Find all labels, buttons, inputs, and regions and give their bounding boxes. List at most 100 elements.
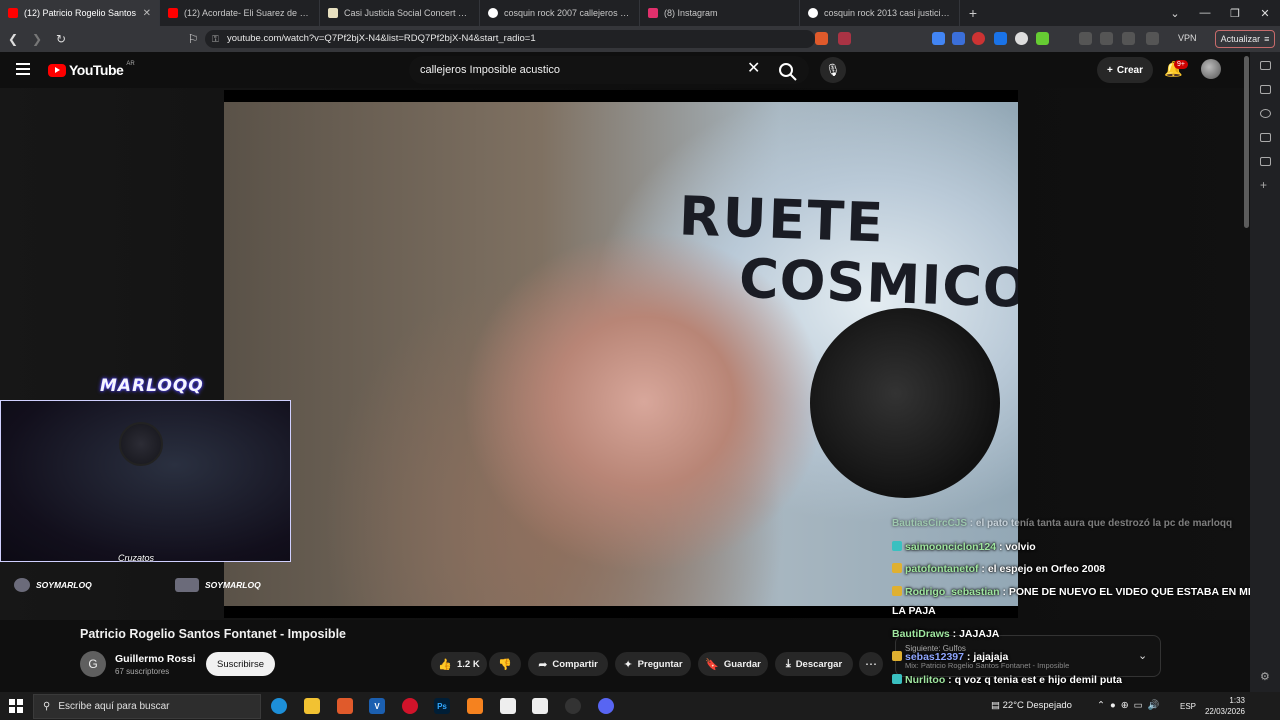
clear-search-icon[interactable]: ✕ [747,58,760,78]
channel-name[interactable]: Guillermo Rossi [115,653,196,665]
chat-user: Rodrigo_sebastian [905,586,1000,598]
extension-icon[interactable] [932,32,945,45]
subscribe-button[interactable]: Suscribirse [206,652,275,676]
channel-avatar[interactable]: G [80,651,106,677]
site-info-icon[interactable]: ⚿ [212,30,219,48]
brave-rewards-icon[interactable] [838,32,851,45]
account-avatar[interactable] [1201,59,1221,79]
tab-cosquin-2013[interactable]: cosquin rock 2013 casi justicia social [800,0,960,26]
tab-google-search[interactable]: cosquin rock 2007 callejeros - Busca [480,0,640,26]
video-frame: RUETE COSMICO [224,102,1018,606]
edge-icon[interactable] [271,698,287,714]
tray-icons[interactable]: ⌃●⊕▭🔊 [1097,700,1164,711]
create-label: Crear [1116,64,1143,76]
sidebar-toggle-icon[interactable] [1122,32,1135,45]
search-icon[interactable] [776,60,800,84]
wallet-icon[interactable] [1260,157,1271,166]
tab-patricio[interactable]: (12) Patricio Rogelio Santos ✕ [0,0,160,26]
forward-icon[interactable]: ❯ [26,28,48,50]
brave-shield-icon[interactable] [815,32,828,45]
photoshop-icon[interactable]: Ps [434,698,450,714]
update-button[interactable]: Actualizar ≡ [1215,30,1275,48]
video-player[interactable]: RUETE COSMICO [224,90,1018,618]
chat-message: patofontanetof : el espejo en Orfeo 2008 [892,563,1105,575]
chat-badge-icon [892,651,902,661]
wallet-icon[interactable] [1146,32,1159,45]
chevron-down-icon[interactable]: ⌄ [1138,649,1147,662]
weather-text: 22°C Despejado [1002,700,1072,711]
more-actions-icon[interactable]: ⋯ [859,652,883,676]
obs-icon[interactable] [565,698,581,714]
opera-icon[interactable] [402,698,418,714]
tab-instagram[interactable]: (8) Instagram [640,0,800,26]
clock[interactable]: 1:33 22/03/2026 [1199,695,1245,717]
maximize-icon[interactable]: ❐ [1220,0,1250,26]
page-scrollbar[interactable] [1244,56,1249,228]
new-tab-button[interactable]: + [960,0,986,26]
like-button[interactable]: 👍 1.2 K [431,652,487,676]
url-bar[interactable]: ⚿ youtube.com/watch?v=Q7Pf2bjX-N4&list=R… [205,30,815,48]
vpn-button[interactable]: VPN [1178,33,1197,43]
url-text: youtube.com/watch?v=Q7Pf2bjX-N4&list=RDQ… [227,33,536,44]
window-controls: ⌄ — ❐ ✕ [1160,0,1280,26]
dislike-button[interactable]: 👎 [489,652,521,676]
chat-badge-icon [892,563,902,573]
close-tab-icon[interactable]: ✕ [143,8,151,19]
capcut-icon[interactable] [500,698,516,714]
discord-icon[interactable] [598,698,614,714]
fl-studio-icon[interactable] [467,698,483,714]
weather-widget[interactable]: ▤ 22°C Despejado [991,700,1072,711]
chat-badge-icon [892,674,902,684]
search-icon: ⚲ [43,701,51,712]
extension-icon[interactable] [994,32,1007,45]
weather-icon: ▤ [991,700,1000,711]
media-icon[interactable] [1100,32,1113,45]
menu-icon: ≡ [1264,34,1270,44]
tab-setlist[interactable]: Casi Justicia Social Concert Setlist at [320,0,480,26]
ask-button[interactable]: ✦ Preguntar [615,652,691,676]
brave-icon[interactable] [337,698,353,714]
back-icon[interactable]: ❮ [2,28,24,50]
reload-icon[interactable]: ↻ [50,28,72,50]
file-explorer-icon[interactable] [304,698,320,714]
tab-title: (12) Acordate- Eli Suarez de Los Gen [184,8,311,18]
shirt-print-text: COSMICO [737,246,1018,321]
bookmarks-icon[interactable] [1260,133,1271,142]
bookmark-icon[interactable]: ⚐ [182,28,204,50]
extension-icon[interactable] [952,32,965,45]
plus-icon: + [1107,64,1113,76]
extensions-puzzle-icon[interactable] [1079,32,1092,45]
sidebar-panel-icon[interactable] [1260,61,1271,70]
instagram-icon [14,578,30,592]
setlist-favicon-icon [328,8,338,18]
minimize-icon[interactable]: — [1190,0,1220,26]
capcut-icon[interactable] [532,698,548,714]
close-window-icon[interactable]: ✕ [1250,0,1280,26]
tab-acordate[interactable]: (12) Acordate- Eli Suarez de Los Gen [160,0,320,26]
browser-right-sidebar: + ⚙ [1250,52,1280,692]
taskbar-search-input[interactable]: ⚲ Escribe aquí para buscar [33,694,261,719]
hamburger-menu-icon[interactable] [16,63,30,75]
youtube-logo[interactable]: YouTube AR [48,61,135,78]
reading-list-icon[interactable] [1260,85,1271,94]
vpn-label: VPN [1178,33,1197,43]
save-button[interactable]: 🔖 Guardar [698,652,768,676]
language-indicator[interactable]: ESP [1180,702,1196,711]
add-panel-icon[interactable]: + [1260,178,1267,192]
settings-icon[interactable]: ⚙ [1260,670,1270,683]
share-button[interactable]: ➦ Compartir [528,652,608,676]
vegas-icon[interactable]: V [369,698,385,714]
share-icon: ➦ [538,658,548,671]
youtube-favicon-icon [8,8,18,18]
microphone [810,308,1000,498]
windows-start-icon[interactable] [9,699,23,713]
voice-search-icon[interactable]: 🎙 [820,57,846,83]
history-icon[interactable] [1260,109,1271,118]
tab-search-icon[interactable]: ⌄ [1160,0,1190,26]
create-button[interactable]: + Crear [1097,57,1153,83]
extension-icon[interactable] [1036,32,1049,45]
instagram-handle: SOYMARLOQ [14,578,92,592]
extension-icon[interactable] [972,32,985,45]
extension-icon[interactable] [1015,32,1028,45]
download-button[interactable]: ⤓ Descargar [775,652,853,676]
